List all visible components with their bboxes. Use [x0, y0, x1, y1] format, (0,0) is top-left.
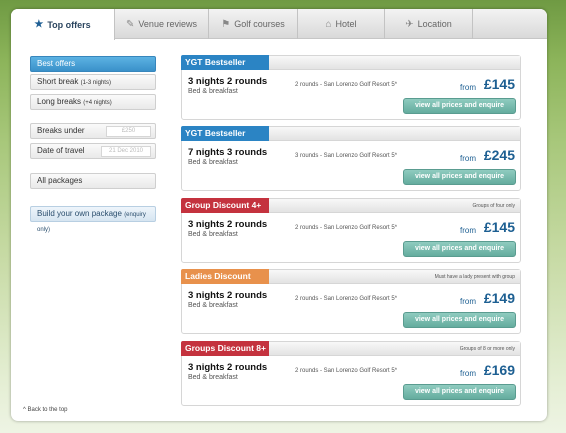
- offer-price: £149: [483, 290, 515, 306]
- offer-board: Bed & breakfast: [188, 302, 238, 309]
- build-package-button[interactable]: Build your own package (enquiry only): [30, 206, 156, 233]
- offer-board: Bed & breakfast: [188, 159, 238, 166]
- price-from-label: from: [460, 369, 476, 378]
- offer-description: 2 rounds - San Lorenzo Golf Resort 5*: [295, 82, 398, 88]
- price-from-label: from: [460, 297, 476, 306]
- offer-description: 2 rounds - San Lorenzo Golf Resort 5*: [295, 296, 398, 302]
- view-prices-button[interactable]: view all prices and enquire: [403, 384, 516, 400]
- offer-price: £145: [483, 76, 515, 92]
- tab-location[interactable]: ✈ Location: [385, 9, 473, 39]
- offer-board: Bed & breakfast: [188, 374, 238, 381]
- sidebar-item-label: All packages: [37, 176, 83, 185]
- sidebar-item-best-offers[interactable]: Best offers: [30, 56, 156, 72]
- offer-badge: Groups Discount 8+: [181, 341, 269, 356]
- offer-badge: Ladies Discount: [181, 269, 269, 284]
- view-prices-button[interactable]: view all prices and enquire: [403, 241, 516, 257]
- sidebar-item-long-breaks[interactable]: Long breaks (+4 nights): [30, 94, 156, 110]
- offer-header: Group Discount 4+ Groups of four only: [181, 198, 520, 213]
- date-of-travel-input[interactable]: 21 Dec 2010: [101, 146, 151, 157]
- offer-badge: YGT Bestseller: [181, 126, 269, 141]
- sidebar-item-short-break[interactable]: Short break (1-3 nights): [30, 74, 156, 90]
- breaks-under-input[interactable]: £250: [106, 126, 151, 137]
- breaks-under-filter: Breaks under £250: [30, 123, 156, 139]
- offer-title: 3 nights 2 rounds: [188, 290, 268, 301]
- tab-label: Location: [417, 19, 452, 29]
- build-package-label: Build your own package: [37, 209, 122, 218]
- offer-title: 3 nights 2 rounds: [188, 76, 268, 87]
- view-prices-button[interactable]: view all prices and enquire: [403, 98, 516, 114]
- offer-title: 7 nights 3 rounds: [188, 147, 268, 158]
- offer-board: Bed & breakfast: [188, 88, 238, 95]
- tab-label: Venue reviews: [138, 19, 197, 29]
- tab-label: Golf courses: [234, 19, 285, 29]
- tab-hotel[interactable]: ⌂ Hotel: [298, 9, 385, 39]
- back-to-top-link[interactable]: ^ Back to the top: [23, 407, 68, 413]
- plane-icon: ✈: [405, 18, 414, 30]
- tab-venue-reviews[interactable]: ✎ Venue reviews: [115, 9, 209, 39]
- offer-title: 3 nights 2 rounds: [188, 219, 268, 230]
- view-prices-button[interactable]: view all prices and enquire: [403, 169, 516, 185]
- offer-header: Ladies Discount Must have a lady present …: [181, 269, 520, 284]
- offer-card: Group Discount 4+ Groups of four only 3 ni…: [181, 198, 521, 263]
- date-of-travel-label: Date of travel: [37, 146, 85, 155]
- price-from-label: from: [460, 226, 476, 235]
- tab-label: Hotel: [335, 19, 357, 29]
- sidebar-item-all-packages[interactable]: All packages: [30, 173, 156, 189]
- tab-top-offers[interactable]: ★ Top offers: [11, 9, 115, 40]
- main-panel: ★ Top offers ✎ Venue reviews ⚑ Golf cour…: [11, 9, 547, 421]
- view-prices-button[interactable]: view all prices and enquire: [403, 312, 516, 328]
- offer-price: £145: [483, 219, 515, 235]
- offer-note: Must have a lady present with group: [434, 274, 515, 280]
- price-from-label: from: [460, 154, 476, 163]
- offer-board: Bed & breakfast: [188, 231, 238, 238]
- offer-price: £169: [483, 362, 515, 378]
- offer-card: Groups Discount 8+ Groups of 8 or more on…: [181, 341, 521, 406]
- sidebar-item-note: (1-3 nights): [80, 80, 111, 86]
- tab-label: Top offers: [47, 19, 91, 30]
- offer-note: Groups of four only: [472, 203, 515, 209]
- offer-price: £245: [483, 147, 515, 163]
- offer-title: 3 nights 2 rounds: [188, 362, 268, 373]
- tab-bar: ★ Top offers ✎ Venue reviews ⚑ Golf cour…: [11, 9, 547, 40]
- sidebar-item-note: (+4 nights): [83, 100, 112, 106]
- house-icon: ⌂: [325, 18, 332, 30]
- star-icon: ★: [34, 19, 44, 30]
- offer-description: 2 rounds - San Lorenzo Golf Resort 5*: [295, 368, 398, 374]
- offer-description: 3 rounds - San Lorenzo Golf Resort 5*: [295, 153, 398, 159]
- sidebar-item-label: Best offers: [37, 59, 76, 68]
- offer-badge: Group Discount 4+: [181, 198, 269, 213]
- offer-badge: YGT Bestseller: [181, 55, 269, 70]
- sidebar-item-label: Short break: [37, 77, 79, 86]
- offer-card: YGT Bestseller 3 nights 2 rounds Bed & bre…: [181, 55, 521, 120]
- date-of-travel-filter: Date of travel 21 Dec 2010: [30, 143, 156, 159]
- flag-icon: ⚑: [221, 18, 231, 30]
- tab-golf-courses[interactable]: ⚑ Golf courses: [209, 9, 298, 39]
- price-from-label: from: [460, 83, 476, 92]
- offer-card: Ladies Discount Must have a lady present …: [181, 269, 521, 334]
- pencil-icon: ✎: [126, 18, 135, 30]
- sidebar-item-label: Long breaks: [37, 97, 82, 106]
- offer-header: Groups Discount 8+ Groups of 8 or more on…: [181, 341, 520, 356]
- breaks-under-label: Breaks under: [37, 126, 85, 135]
- offer-description: 2 rounds - San Lorenzo Golf Resort 5*: [295, 225, 398, 231]
- offer-header: YGT Bestseller: [181, 126, 520, 141]
- offer-card: YGT Bestseller 7 nights 3 rounds Bed & bre…: [181, 126, 521, 191]
- offer-header: YGT Bestseller: [181, 55, 520, 70]
- offer-note: Groups of 8 or more only: [459, 346, 515, 352]
